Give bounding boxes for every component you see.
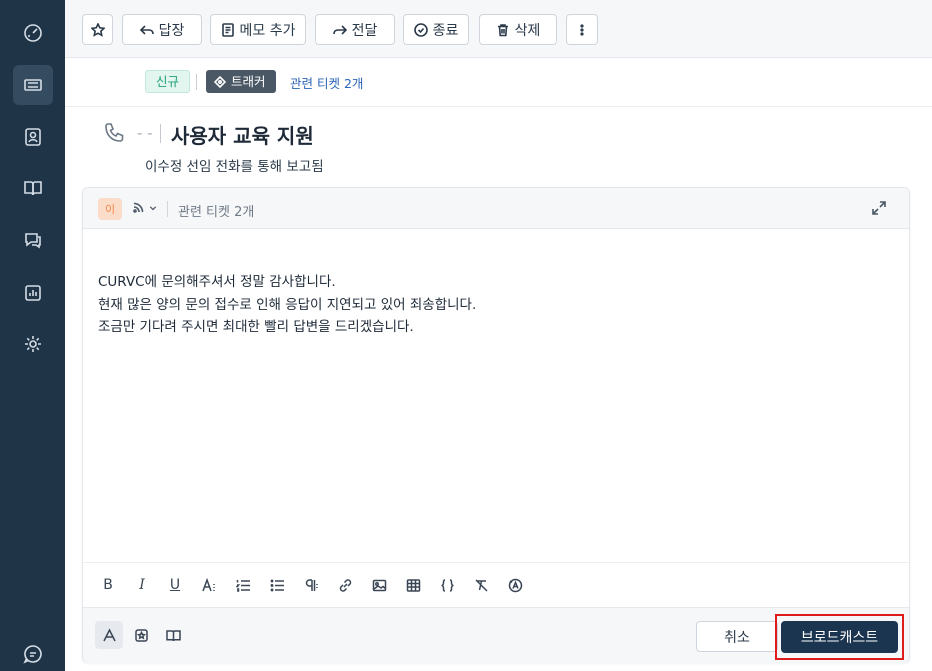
- star-button[interactable]: [82, 14, 113, 45]
- editor-footer: 취소 브로드캐스트: [83, 607, 909, 663]
- code-braces-icon: [440, 578, 454, 592]
- conversations-icon[interactable]: [13, 220, 53, 260]
- forward-icon: [332, 24, 347, 35]
- editor-header: 이 관련 티켓 2개: [83, 188, 909, 229]
- star-icon: [90, 22, 105, 37]
- bullet-list-icon: [270, 579, 284, 591]
- formatting-toolbar: B I U: [83, 562, 909, 607]
- reply-icon: [139, 24, 154, 35]
- knowledge-base-button[interactable]: [159, 621, 187, 649]
- close-ticket-label: 종료: [432, 22, 459, 39]
- cancel-button[interactable]: 취소: [696, 621, 778, 652]
- dashboard-icon[interactable]: [13, 13, 53, 53]
- ticket-status-bar: 신규 트래커 관련 티켓 2개: [65, 58, 932, 107]
- forward-label: 전달: [351, 22, 378, 39]
- canned-response-button[interactable]: [127, 621, 155, 649]
- knowledge-book-icon[interactable]: [13, 168, 53, 208]
- ticket-toolbar: 답장 메모 추가 전달 종료 삭제: [65, 0, 932, 58]
- tracker-icon: [214, 75, 226, 88]
- add-note-label: 메모 추가: [239, 22, 296, 39]
- channel-selector[interactable]: [132, 201, 158, 214]
- table-icon: [406, 578, 420, 592]
- text-size-icon: [201, 577, 215, 591]
- phone-icon: [103, 122, 125, 144]
- delete-button[interactable]: 삭제: [479, 14, 557, 45]
- tracker-badge[interactable]: 트래커: [206, 70, 276, 93]
- related-tickets-link[interactable]: 관련 티켓 2개: [290, 73, 363, 92]
- ordered-list-icon: [235, 579, 250, 592]
- contacts-icon[interactable]: [13, 117, 53, 157]
- broadcast-button[interactable]: 브로드캐스트: [781, 621, 898, 653]
- trash-icon: [497, 23, 508, 36]
- ai-assist-icon: [508, 578, 522, 592]
- ai-assist-button[interactable]: [505, 575, 525, 595]
- ordered-list-button[interactable]: [233, 575, 253, 595]
- book-open-icon: [165, 629, 181, 641]
- ticket-id-placeholder: - -: [137, 124, 153, 142]
- delete-label: 삭제: [514, 22, 541, 39]
- underline-button[interactable]: U: [165, 575, 185, 595]
- related-tickets-label: 관련 티켓 2개: [178, 205, 255, 220]
- text-format-icon: [102, 627, 116, 641]
- link-icon: [339, 578, 351, 592]
- sidebar: [0, 0, 65, 671]
- forward-button[interactable]: 전달: [315, 14, 395, 45]
- broadcast-icon: [133, 202, 144, 213]
- ticket-icon[interactable]: [13, 65, 53, 105]
- message-line: 현재 많은 양의 문의 접수로 인해 응답이 지연되고 있어 죄송합니다.: [98, 296, 477, 313]
- clear-format-icon: [474, 578, 488, 592]
- paragraph-button[interactable]: [301, 575, 321, 595]
- divider: [196, 74, 197, 90]
- check-circle-icon: [413, 22, 428, 37]
- paragraph-icon: [305, 578, 318, 591]
- bullet-list-button[interactable]: [267, 575, 287, 595]
- font-size-button[interactable]: [199, 575, 219, 595]
- reply-label: 답장: [158, 22, 185, 39]
- image-button[interactable]: [369, 575, 389, 595]
- avatar: 이: [98, 198, 122, 220]
- more-vertical-icon: [580, 23, 584, 36]
- ticket-reporter-info: 이수정 선임 전화를 통해 보고됨: [145, 159, 324, 175]
- message-line: 조금만 기다려 주시면 최대한 빨리 답변을 드리겠습니다.: [98, 319, 414, 335]
- close-ticket-button[interactable]: 종료: [403, 14, 469, 45]
- reply-button[interactable]: 답장: [122, 14, 202, 45]
- reply-editor: 이 관련 티켓 2개 CURVC에 문의해주셔서 정말 감사합니다. 현재 많은…: [82, 187, 910, 663]
- text-format-toggle[interactable]: [95, 621, 123, 649]
- settings-icon[interactable]: [13, 324, 53, 364]
- tracker-label: 트래커: [231, 74, 266, 89]
- highlight-box: 브로드캐스트: [775, 614, 904, 660]
- note-icon: [221, 22, 234, 37]
- divider: [160, 124, 161, 143]
- message-body[interactable]: CURVC에 문의해주셔서 정말 감사합니다. 현재 많은 양의 문의 접수로 …: [98, 271, 888, 339]
- italic-button[interactable]: I: [132, 575, 152, 595]
- add-note-button[interactable]: 메모 추가: [210, 14, 306, 45]
- image-icon: [372, 579, 386, 591]
- page-title: 사용자 교육 지원: [171, 124, 314, 148]
- more-actions-button[interactable]: [566, 14, 598, 45]
- canned-response-icon: [134, 628, 148, 642]
- expand-icon[interactable]: [871, 200, 887, 220]
- feedback-icon[interactable]: [13, 634, 53, 671]
- code-button[interactable]: [437, 575, 457, 595]
- reports-icon[interactable]: [13, 273, 53, 313]
- message-line: CURVC에 문의해주셔서 정말 감사합니다.: [98, 274, 336, 290]
- table-button[interactable]: [403, 575, 423, 595]
- status-badge-new[interactable]: 신규: [145, 70, 191, 93]
- divider: [167, 201, 168, 217]
- bold-button[interactable]: B: [98, 575, 118, 595]
- chevron-down-icon: [149, 205, 157, 210]
- clear-format-button[interactable]: [471, 575, 491, 595]
- link-button[interactable]: [335, 575, 355, 595]
